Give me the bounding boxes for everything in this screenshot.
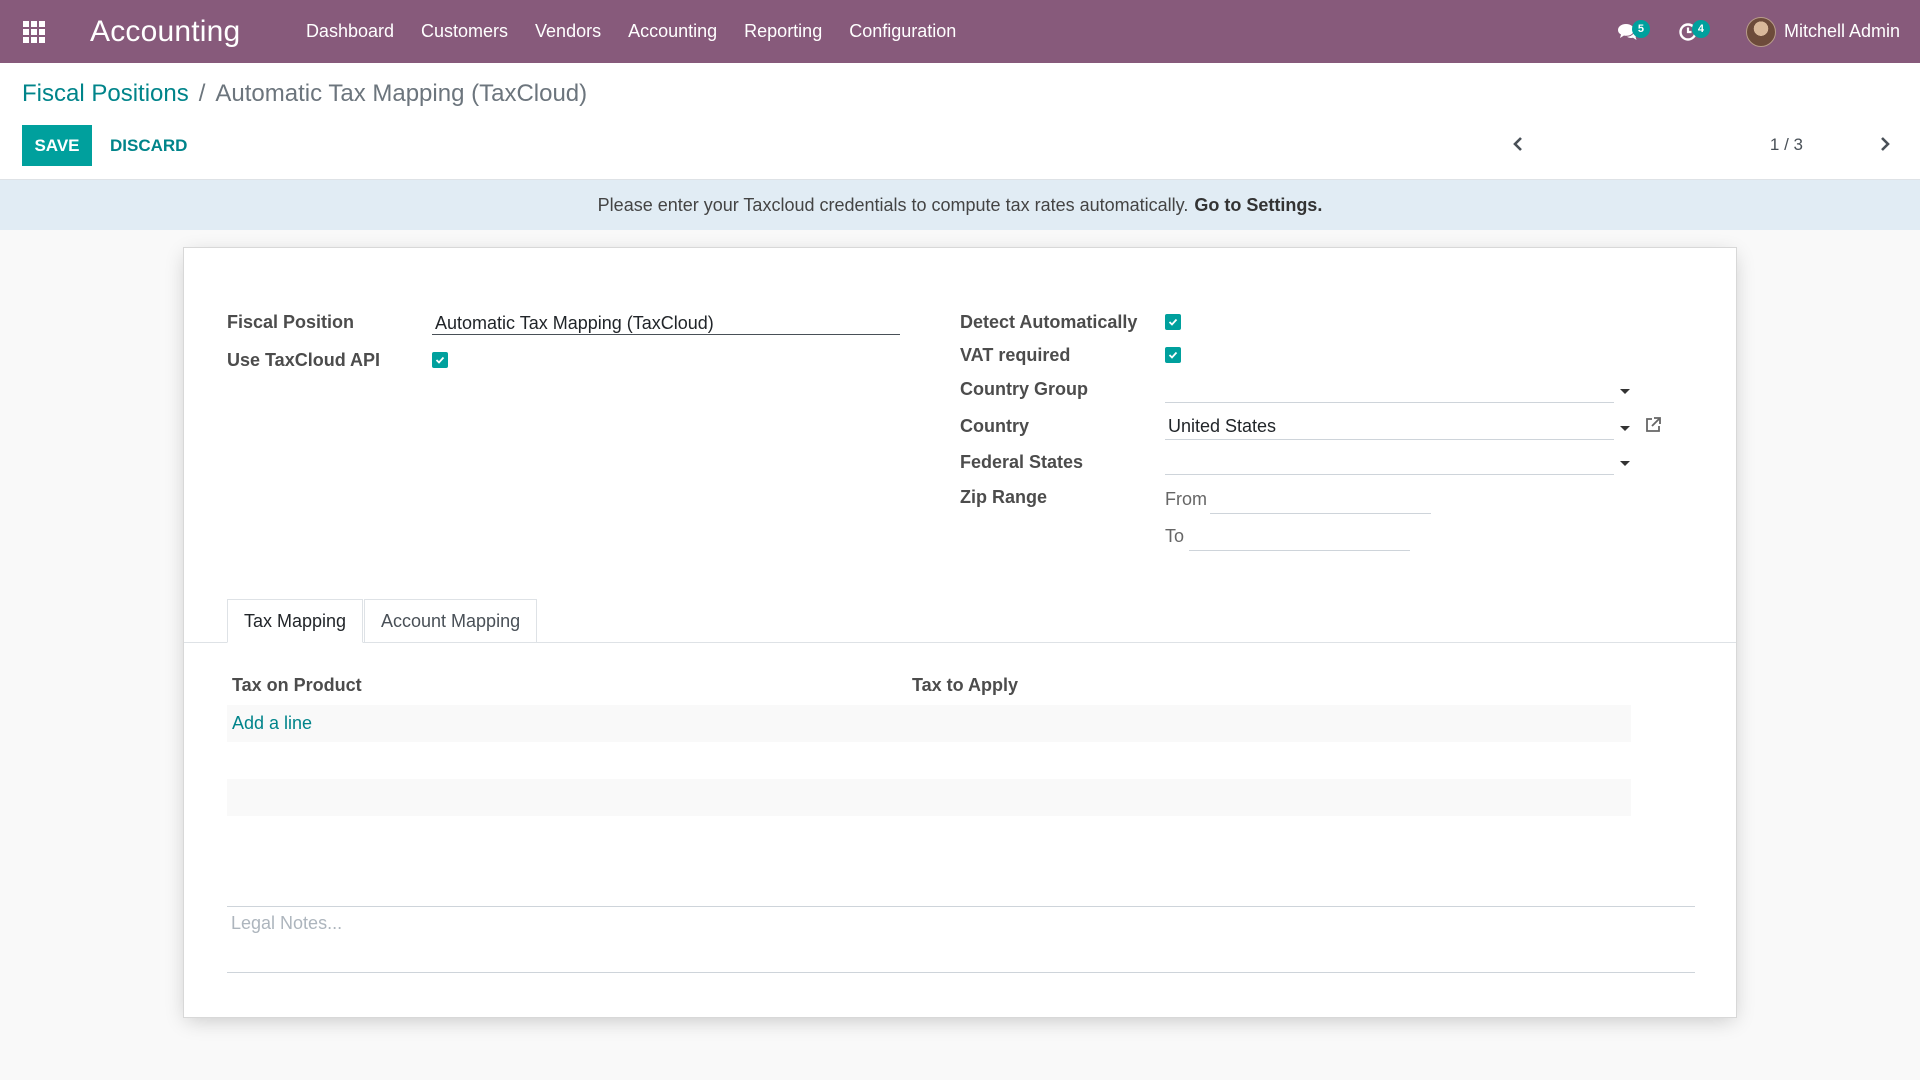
save-button[interactable]: SAVE [22,125,92,166]
federal-states-select[interactable] [1165,445,1614,475]
top-navbar: Accounting Dashboard Customers Vendors A… [0,0,1920,63]
menu-configuration[interactable]: Configuration [836,21,970,42]
pager-value[interactable]: 1 / 3 [1770,135,1803,155]
pager-previous-button[interactable] [1503,129,1533,159]
breadcrumb-separator: / [198,80,206,107]
column-header-tax-on-product[interactable]: Tax on Product [232,675,362,696]
chevron-right-icon [1881,137,1890,151]
alert-text: Please enter your Taxcloud credentials t… [597,194,1189,215]
menu-customers[interactable]: Customers [408,21,522,42]
messages-button[interactable]: 5 [1608,12,1650,52]
activities-count-badge: 4 [1691,19,1710,38]
menu-vendors[interactable]: Vendors [522,21,615,42]
chevron-left-icon [1513,137,1522,151]
country-label: Country [960,416,1029,436]
menu-accounting[interactable]: Accounting [615,21,731,42]
detect-automatically-checkbox[interactable] [1165,314,1181,330]
control-panel: Fiscal Positions / Automatic Tax Mapping… [0,63,1920,180]
zip-from-label: From [1165,489,1207,509]
zip-to-input[interactable] [1189,521,1410,551]
app-title[interactable]: Accounting [90,15,240,49]
legal-notes-field[interactable]: Legal Notes... [227,906,1695,973]
detect-automatically-label: Detect Automatically [960,312,1138,332]
pager-next-button[interactable] [1870,129,1900,159]
systray: 5 4 Mitchell Admin [1608,0,1900,63]
zip-from-input[interactable] [1210,484,1431,514]
go-to-settings-link[interactable]: Go to Settings. [1194,195,1322,216]
user-menu[interactable]: Mitchell Admin [1745,16,1900,47]
taxcloud-alert: Please enter your Taxcloud credentials t… [0,180,1920,230]
breadcrumb-fiscal-positions[interactable]: Fiscal Positions [22,80,189,108]
avatar [1745,16,1776,47]
check-icon [435,356,445,364]
fiscal-position-label: Fiscal Position [227,312,355,332]
menu-dashboard[interactable]: Dashboard [292,21,407,42]
apps-menu-icon[interactable] [16,14,52,50]
zip-range-label: Zip Range [960,487,1048,507]
breadcrumb-current: Automatic Tax Mapping (TaxCloud) [215,80,588,107]
tabs-divider [184,642,1736,643]
column-header-tax-to-apply[interactable]: Tax to Apply [912,675,1018,696]
add-line-row [227,705,1631,742]
check-icon [1168,351,1178,359]
menu-reporting[interactable]: Reporting [731,21,836,42]
country-caret-icon[interactable] [1620,426,1630,431]
add-a-line-link[interactable]: Add a line [232,713,312,734]
zip-to-label: To [1165,526,1185,546]
breadcrumb: Fiscal Positions / Automatic Tax Mapping… [22,80,587,108]
form-sheet: Fiscal Position Automatic Tax Mapping (T… [183,247,1737,1018]
user-name: Mitchell Admin [1783,21,1900,41]
fiscal-position-value: Automatic Tax Mapping (TaxCloud) [435,313,714,333]
country-group-label: Country Group [960,379,1088,399]
tab-tax-mapping[interactable]: Tax Mapping [227,599,364,643]
main-menu: Dashboard Customers Vendors Accounting R… [292,21,969,42]
vat-required-label: VAT required [960,345,1071,365]
use-taxcloud-checkbox[interactable] [432,352,448,368]
federal-states-caret-icon[interactable] [1620,461,1630,466]
table-row [227,779,1631,816]
discard-button[interactable]: DISCARD [100,125,197,166]
federal-states-label: Federal States [960,452,1084,472]
tab-account-mapping[interactable]: Account Mapping [364,599,538,642]
check-icon [1168,318,1178,326]
activities-button[interactable]: 4 [1668,12,1710,52]
country-group-select[interactable] [1165,373,1614,403]
vat-required-checkbox[interactable] [1165,347,1181,363]
country-value: United States [1168,416,1277,436]
messages-count-badge: 5 [1631,19,1650,38]
use-taxcloud-label: Use TaxCloud API [227,350,381,370]
external-link-icon [1646,417,1661,432]
country-open-external-button[interactable] [1644,416,1664,436]
country-group-caret-icon[interactable] [1620,389,1630,394]
